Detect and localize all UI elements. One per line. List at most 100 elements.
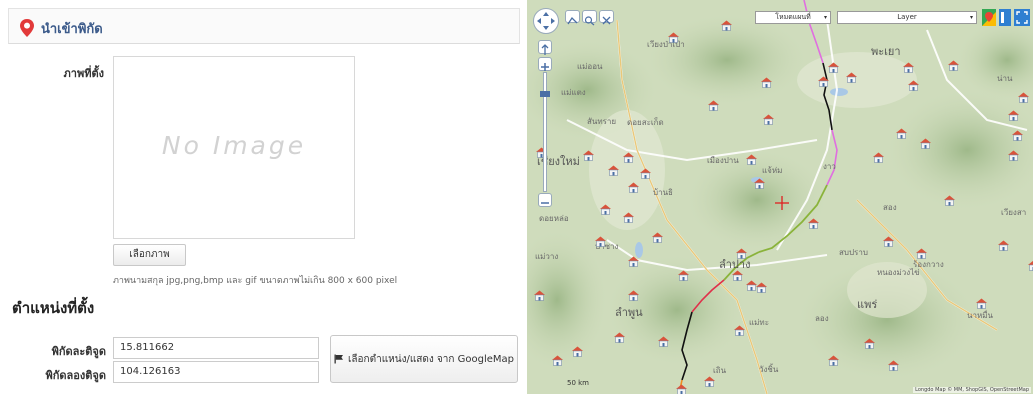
place-label: สันทราย <box>587 117 617 126</box>
house-marker-icon[interactable] <box>533 290 546 301</box>
house-marker-icon[interactable] <box>622 212 635 223</box>
zoom-slider-track[interactable] <box>540 72 550 192</box>
house-marker-icon[interactable] <box>594 236 607 247</box>
map-pin-icon <box>20 19 34 37</box>
house-marker-icon[interactable] <box>919 138 932 149</box>
house-marker-icon[interactable] <box>582 150 595 161</box>
google-maps-button[interactable] <box>982 9 996 26</box>
import-coordinates-panel: นำเข้าพิกัด ภาพที่ตั้ง No Image เลือกภาพ… <box>0 0 527 394</box>
house-marker-icon[interactable] <box>571 346 584 357</box>
map-attribution: Longdo Map © MM, ShopGIS, OpenStreetMap <box>913 387 1031 393</box>
house-marker-icon[interactable] <box>872 152 885 163</box>
place-label: บ้านธิ <box>653 188 673 197</box>
chevron-down-icon: ▾ <box>969 14 973 21</box>
layers-panel-button[interactable] <box>999 9 1011 26</box>
place-label: เมืองปาน <box>707 156 739 165</box>
house-marker-icon[interactable] <box>753 178 766 189</box>
place-label: แจ้ห่ม <box>762 166 783 175</box>
house-marker-icon[interactable] <box>675 384 688 394</box>
house-marker-icon[interactable] <box>975 298 988 309</box>
place-label: แม่วาง <box>535 252 559 261</box>
house-marker-icon[interactable] <box>1027 260 1033 271</box>
house-marker-icon[interactable] <box>599 204 612 215</box>
house-marker-icon[interactable] <box>551 355 564 366</box>
house-marker-icon[interactable] <box>760 77 773 88</box>
map-view[interactable]: พะเยา เชียงใหม่ ลำพูน ลำปาง แพร่ น่าน เว… <box>527 0 1033 394</box>
house-marker-icon[interactable] <box>607 165 620 176</box>
minus-icon <box>541 202 549 204</box>
house-marker-icon[interactable] <box>947 60 960 71</box>
house-marker-icon[interactable] <box>827 355 840 366</box>
house-marker-icon[interactable] <box>733 325 746 336</box>
layer-select-value: Layer <box>897 13 917 21</box>
house-marker-icon[interactable] <box>907 80 920 91</box>
layer-select[interactable]: Layer ▾ <box>837 11 977 24</box>
house-marker-icon[interactable] <box>720 20 733 31</box>
basemap-select[interactable]: โหมดแผนที่ ▾ <box>755 11 831 24</box>
house-marker-icon[interactable] <box>943 195 956 206</box>
house-marker-icon[interactable] <box>1017 92 1030 103</box>
house-marker-icon[interactable] <box>845 72 858 83</box>
house-marker-icon[interactable] <box>627 256 640 267</box>
house-marker-icon[interactable] <box>735 248 748 259</box>
house-marker-icon[interactable] <box>639 168 652 179</box>
house-marker-icon[interactable] <box>827 62 840 73</box>
latitude-input[interactable]: 15.811662 <box>113 337 319 359</box>
location-button[interactable] <box>538 40 552 55</box>
house-marker-icon[interactable] <box>902 62 915 73</box>
search-tool-button[interactable] <box>582 10 597 26</box>
locate-icon <box>541 44 549 55</box>
panel-title: นำเข้าพิกัด <box>41 22 103 37</box>
house-marker-icon[interactable] <box>887 360 900 371</box>
house-marker-icon[interactable] <box>915 248 928 259</box>
house-marker-icon[interactable] <box>627 182 640 193</box>
image-preview: No Image <box>113 56 355 239</box>
house-marker-icon[interactable] <box>895 128 908 139</box>
house-marker-icon[interactable] <box>613 332 626 343</box>
place-label: ลำพูน <box>615 306 643 319</box>
zoom-in-button[interactable] <box>538 57 552 71</box>
house-marker-icon[interactable] <box>622 152 635 163</box>
house-marker-icon[interactable] <box>657 336 670 347</box>
place-label: ดอยสะเก็ด <box>627 118 664 127</box>
ruler-icon <box>567 16 578 25</box>
house-marker-icon[interactable] <box>762 114 775 125</box>
house-marker-icon[interactable] <box>651 232 664 243</box>
longitude-input[interactable]: 104.126163 <box>113 361 319 383</box>
fullscreen-button[interactable] <box>1014 9 1030 26</box>
house-marker-icon[interactable] <box>1007 150 1020 161</box>
house-marker-icon[interactable] <box>703 376 716 387</box>
search-icon <box>584 16 595 26</box>
no-image-placeholder: No Image <box>161 131 307 160</box>
place-label: เวียงสา <box>1001 208 1027 217</box>
house-marker-icon[interactable] <box>707 100 720 111</box>
place-label: วังชิ้น <box>759 365 779 374</box>
house-marker-icon[interactable] <box>677 270 690 281</box>
close-icon <box>602 16 611 25</box>
place-label: ดอยหล่อ <box>539 214 569 223</box>
house-marker-icon[interactable] <box>731 270 744 281</box>
location-section-title: ตำแหน่งที่ตั้ง <box>12 299 95 317</box>
place-label: แม่ทะ <box>749 318 769 327</box>
house-marker-icon[interactable] <box>863 338 876 349</box>
clear-tool-button[interactable] <box>599 10 614 25</box>
choose-image-button[interactable]: เลือกภาพ <box>113 244 186 266</box>
house-marker-icon[interactable] <box>627 290 640 301</box>
house-marker-icon[interactable] <box>1011 130 1024 141</box>
house-marker-icon[interactable] <box>817 76 830 87</box>
house-marker-icon[interactable] <box>755 282 768 293</box>
house-marker-icon[interactable] <box>745 154 758 165</box>
measure-tool-button[interactable] <box>565 10 580 25</box>
house-marker-icon[interactable] <box>997 240 1010 251</box>
house-marker-icon[interactable] <box>807 218 820 229</box>
pan-control[interactable] <box>533 8 559 34</box>
fullscreen-icon <box>1016 11 1028 24</box>
house-marker-icon[interactable] <box>1007 110 1020 121</box>
place-label: แม่ออน <box>577 62 603 71</box>
pick-location-googlemap-button[interactable]: เลือกตำแหน่ง/แสดง จาก GoogleMap <box>330 335 518 383</box>
place-label: สบปราบ <box>839 248 868 257</box>
house-marker-icon[interactable] <box>882 236 895 247</box>
zoom-out-button[interactable] <box>538 193 552 207</box>
zoom-slider-handle[interactable] <box>540 91 550 97</box>
house-marker-icon[interactable] <box>667 32 680 43</box>
